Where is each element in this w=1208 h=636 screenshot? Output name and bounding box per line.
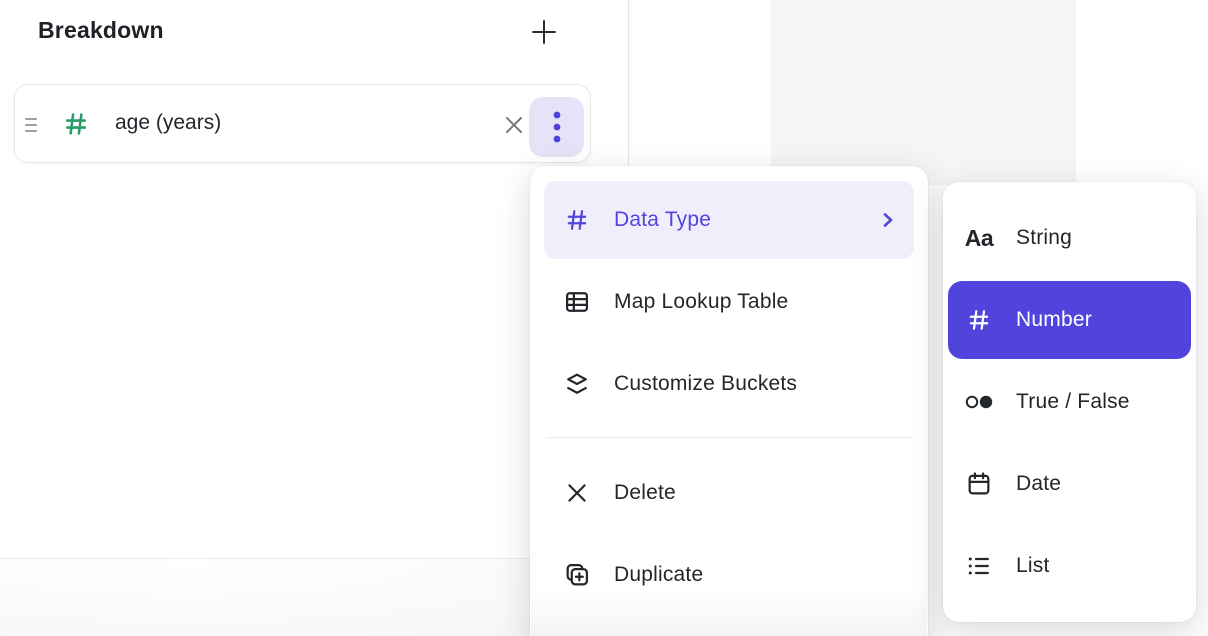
submenu-item-label: String: [1016, 226, 1072, 250]
submenu-item-number[interactable]: Number: [948, 281, 1191, 359]
toggle-circles-icon: [962, 393, 996, 411]
field-label: age (years): [115, 111, 221, 135]
data-type-submenu: Aa String Number True / False: [943, 182, 1196, 622]
stack-icon: [562, 370, 592, 398]
chevron-right-icon: [880, 212, 896, 228]
menu-item-map-lookup-table[interactable]: Map Lookup Table: [544, 263, 914, 341]
menu-item-label: Customize Buckets: [614, 372, 797, 396]
aa-icon: Aa: [962, 225, 996, 252]
submenu-item-true-false[interactable]: True / False: [948, 363, 1191, 441]
menu-item-label: Delete: [614, 481, 676, 505]
breakdown-panel-header: Breakdown: [0, 0, 628, 64]
submenu-item-label: Date: [1016, 472, 1061, 496]
menu-item-customize-buckets[interactable]: Customize Buckets: [544, 345, 914, 423]
calendar-icon: [962, 470, 996, 498]
drag-handle[interactable]: [22, 112, 40, 138]
number-type-hash-icon: [61, 109, 91, 139]
close-icon: [501, 112, 527, 138]
menu-item-label: Map Lookup Table: [614, 290, 788, 314]
copy-plus-icon: [562, 561, 592, 589]
submenu-item-list[interactable]: List: [948, 527, 1191, 605]
add-breakdown-button[interactable]: [524, 12, 564, 52]
menu-item-delete[interactable]: Delete: [544, 454, 914, 532]
field-options-menu: Data Type Map Lookup Table: [530, 166, 928, 636]
submenu-item-string[interactable]: Aa String: [948, 199, 1191, 277]
field-options-button[interactable]: [529, 97, 584, 157]
content-placeholder-block: [771, 0, 1076, 185]
panel-title: Breakdown: [38, 17, 164, 44]
remove-field-button[interactable]: [496, 107, 532, 143]
submenu-item-label: Number: [1016, 308, 1092, 332]
menu-item-data-type[interactable]: Data Type: [544, 181, 914, 259]
menu-item-duplicate[interactable]: Duplicate: [544, 536, 914, 614]
x-icon: [562, 480, 592, 506]
submenu-item-label: True / False: [1016, 390, 1130, 414]
menu-item-label: Data Type: [614, 208, 711, 232]
hash-icon: [962, 306, 996, 334]
kebab-menu-icon: [552, 109, 562, 145]
plus-icon: [529, 17, 559, 47]
menu-divider: [546, 437, 912, 438]
list-icon: [962, 552, 996, 580]
hash-icon: [562, 206, 592, 234]
app-canvas: Breakdown age (years): [0, 0, 1208, 636]
table-icon: [562, 288, 592, 316]
submenu-item-date[interactable]: Date: [948, 445, 1191, 523]
submenu-item-label: List: [1016, 554, 1049, 578]
menu-item-label: Duplicate: [614, 563, 703, 587]
breakdown-field-card[interactable]: age (years): [14, 84, 591, 163]
